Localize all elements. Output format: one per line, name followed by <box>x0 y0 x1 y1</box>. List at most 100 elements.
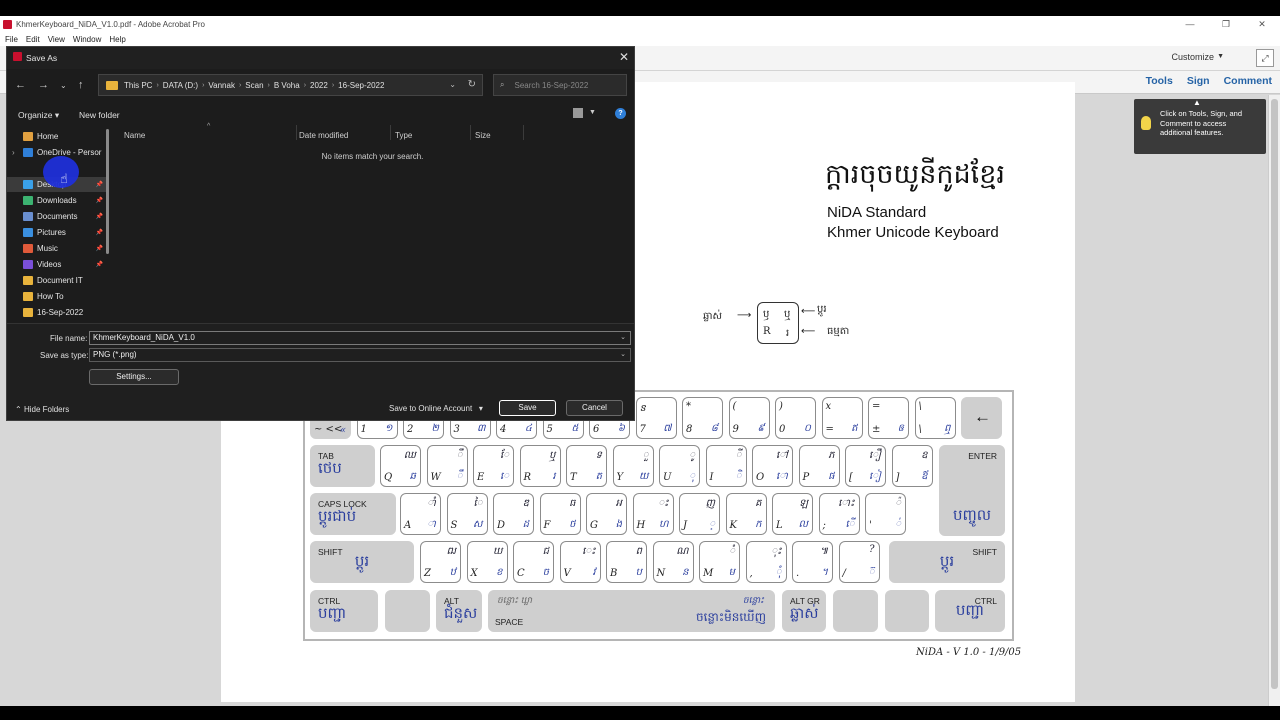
key-shift-char: ) <box>779 401 783 412</box>
breadcrumb-item[interactable]: 16-Sep-2022 <box>338 81 384 90</box>
up-arrow-icon[interactable]: ↑ <box>78 79 84 91</box>
key-letter: Nណន <box>652 541 694 583</box>
save-type-select[interactable]: PNG (*.png) ⌄ <box>89 348 631 362</box>
folder-icon <box>23 132 33 141</box>
nav-item[interactable]: Document IT <box>7 273 107 288</box>
key-base-char: E <box>477 472 485 483</box>
tools-tab[interactable]: Tools <box>1146 75 1173 87</box>
sort-up-icon: ^ <box>207 123 211 130</box>
file-name-field[interactable]: KhmerKeyboard_NiDA_V1.0 ⌄ <box>89 331 631 345</box>
key-alt-gr: ALT GR ឆ្លាស់ <box>782 590 826 632</box>
expand-icon[interactable]: ⤢ <box>1256 49 1274 67</box>
chevron-down-icon[interactable]: ⌄ <box>60 81 67 90</box>
organize-button[interactable]: Organize ▾ <box>18 110 59 121</box>
menu-window[interactable]: Window <box>73 35 101 44</box>
breadcrumb-item[interactable]: This PC <box>124 81 152 90</box>
close-icon[interactable]: ✕ <box>619 50 629 64</box>
key-khmer-char: េ <box>499 471 509 482</box>
hide-folders-button[interactable]: ⌃ Hide Folders <box>15 405 69 414</box>
key-khmer-char: ឪ <box>921 471 928 482</box>
nav-item[interactable]: Downloads 📌 <box>7 193 107 208</box>
chevron-down-icon[interactable]: ⌄ <box>449 80 456 89</box>
chevron-down-icon[interactable]: ⌄ <box>620 332 626 344</box>
key-khmer-char: ់ <box>895 519 901 530</box>
column-divider[interactable] <box>523 125 524 140</box>
close-icon[interactable]: ✕ <box>1244 16 1280 32</box>
chevron-up-icon[interactable]: ▲ <box>1193 98 1201 108</box>
key-shift-char: ុះ <box>771 546 782 557</box>
menu-help[interactable]: Help <box>109 35 125 44</box>
vertical-scrollbar[interactable] <box>1268 95 1280 706</box>
key-khmer-char: ុ <box>689 471 695 482</box>
view-options-icon[interactable] <box>573 108 583 118</box>
chevron-down-icon[interactable]: ▼ <box>589 109 596 116</box>
cancel-button[interactable]: Cancel <box>566 400 623 416</box>
key-base-char: 1 <box>360 424 367 435</box>
new-folder-button[interactable]: New folder <box>79 110 120 120</box>
nav-item[interactable]: Pictures 📌 <box>7 225 107 240</box>
key-blank <box>833 590 878 632</box>
folder-icon <box>23 228 33 237</box>
scrollbar-thumb[interactable] <box>1271 99 1278 689</box>
nav-item[interactable]: Music 📌 <box>7 241 107 256</box>
customize-button[interactable]: Customize <box>1171 52 1214 62</box>
comment-tab[interactable]: Comment <box>1224 75 1272 87</box>
column-date-modified[interactable]: Date modified <box>299 131 348 140</box>
key-khmer-char: ា <box>427 519 436 530</box>
key-khmer-char: ៣ <box>476 423 486 434</box>
key-alt: ALT ជំនួស <box>436 590 482 632</box>
key-ctrl-right: CTRL បញ្ជា <box>935 590 1005 632</box>
key-shift-char: គ <box>755 498 762 509</box>
nav-scrollbar[interactable] <box>106 129 109 254</box>
column-divider[interactable] <box>390 125 391 140</box>
column-name[interactable]: Name <box>124 131 145 140</box>
legend-left-label: ឆ្លាស់ <box>703 311 723 322</box>
pin-icon: 📌 <box>95 198 103 204</box>
column-size[interactable]: Size <box>475 131 491 140</box>
nav-item[interactable]: Documents 📌 <box>7 209 107 224</box>
breadcrumb-item[interactable]: Scan <box>245 81 263 90</box>
key-base-char: ± <box>872 424 881 435</box>
expand-chevron-icon[interactable]: › <box>12 148 15 157</box>
chevron-down-icon[interactable]: ▼ <box>1217 53 1224 60</box>
nav-item[interactable]: Home <box>7 129 107 144</box>
refresh-icon[interactable]: ↻ <box>468 79 476 90</box>
key-base-char: P <box>802 472 810 483</box>
window-controls: — ❐ ✕ <box>1172 16 1280 32</box>
settings-button[interactable]: Settings... <box>89 369 179 385</box>
version-label: NiDA - V 1.0 - 1/9/05 <box>916 647 1022 658</box>
breadcrumb-item[interactable]: DATA (D:) <box>163 81 198 90</box>
maximize-icon[interactable]: ❐ <box>1208 16 1244 32</box>
breadcrumb-item[interactable]: 2022 <box>310 81 328 90</box>
key-khmer-char: ម <box>728 567 735 578</box>
key-number: * 8 ៨ <box>682 397 723 439</box>
breadcrumb-item[interactable]: B Voha <box>274 81 300 90</box>
key-base-char: ' <box>869 520 872 531</box>
menu-file[interactable]: File <box>5 35 18 44</box>
nav-item[interactable]: How To <box>7 289 107 304</box>
key-letter: T ទត <box>566 445 607 487</box>
key-letter: C ជច <box>513 541 554 583</box>
back-icon[interactable]: ← <box>15 79 26 91</box>
help-icon[interactable]: ? <box>615 108 626 119</box>
search-input[interactable]: ⌕ Search 16-Sep-2022 <box>493 74 627 96</box>
chevron-down-icon[interactable]: ⌄ <box>620 349 626 361</box>
folder-icon <box>23 260 33 269</box>
column-divider[interactable] <box>470 125 471 140</box>
nav-item[interactable]: Videos 📌 <box>7 257 107 272</box>
minimize-icon[interactable]: — <box>1172 16 1208 32</box>
save-button[interactable]: Save <box>499 400 556 416</box>
key-base-char: I <box>709 472 714 483</box>
menu-edit[interactable]: Edit <box>26 35 40 44</box>
save-online-account-button[interactable]: Save to Online Account ▾ <box>389 404 483 413</box>
column-divider[interactable] <box>296 125 297 140</box>
menu-view[interactable]: View <box>48 35 65 44</box>
key-khmer-char: ត <box>595 471 602 482</box>
nav-item[interactable]: 16-Sep-2022 <box>7 305 107 320</box>
column-type[interactable]: Type <box>395 131 412 140</box>
forward-icon[interactable]: → <box>38 79 49 91</box>
address-bar[interactable]: This PC › DATA (D:) › Vannak › Scan › B Voha… <box>98 74 483 96</box>
sign-tab[interactable]: Sign <box>1187 75 1210 87</box>
key-khmer-name: ជំនួស <box>444 604 478 622</box>
breadcrumb-item[interactable]: Vannak <box>208 81 235 90</box>
